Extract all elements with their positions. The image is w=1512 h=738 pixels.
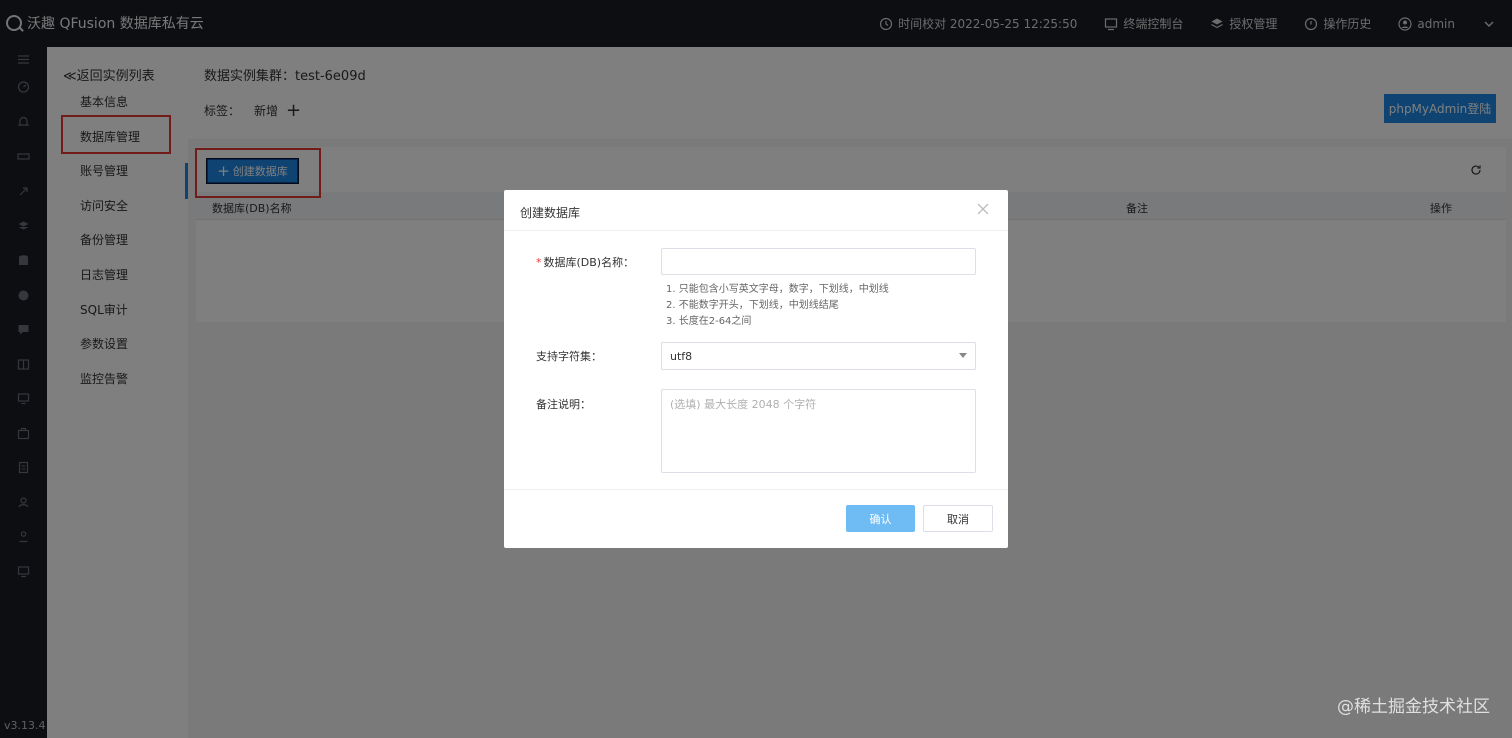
watermark: @稀土掘金技术社区 (1337, 697, 1490, 717)
remark-label: 备注说明： (536, 398, 591, 411)
cancel-button[interactable]: 取消 (923, 505, 993, 532)
db-name-label: * 数据库(DB)名称： (536, 256, 635, 269)
remark-textarea[interactable]: (选填) 最大长度 2048 个字符 (661, 389, 976, 473)
db-name-input[interactable] (661, 248, 976, 275)
required-marker: * (536, 256, 542, 269)
caret-down-icon (959, 353, 967, 358)
close-icon[interactable] (976, 202, 990, 216)
dialog-header-divider (504, 230, 1008, 231)
charset-label: 支持字符集： (536, 350, 602, 363)
confirm-button[interactable]: 确认 (846, 505, 915, 532)
create-database-dialog: 创建数据库 * 数据库(DB)名称： 1. 只能包含小写英文字母，数字，下划线，中… (504, 190, 1008, 548)
remark-placeholder: (选填) 最大长度 2048 个字符 (670, 398, 817, 411)
dialog-title: 创建数据库 (520, 206, 581, 220)
db-name-hint-3: 3. 长度在2-64之间 (666, 316, 752, 327)
charset-select[interactable]: utf8 (661, 342, 976, 370)
dialog-footer-divider (504, 489, 1008, 490)
db-name-hint-1: 1. 只能包含小写英文字母，数字，下划线，中划线 (666, 284, 889, 295)
charset-selected-value: utf8 (670, 350, 693, 363)
db-name-hint-2: 2. 不能数字开头，下划线，中划线结尾 (666, 300, 839, 311)
